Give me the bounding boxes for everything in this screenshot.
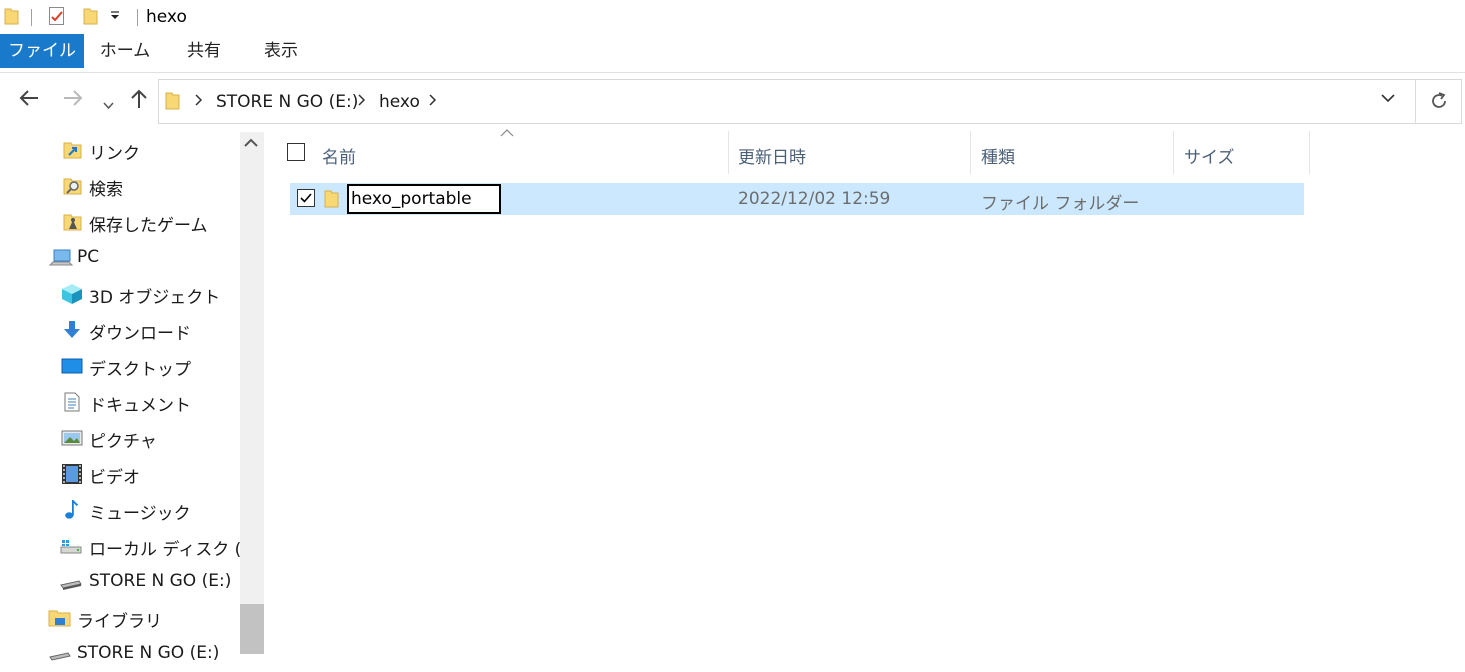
column-header-name[interactable]: 名前 bbox=[312, 131, 728, 174]
navigation-pane: リンク 検索 保存したゲーム PC 3D オブジェクト ダウンロード デスクトッ… bbox=[0, 132, 265, 663]
search-folder-icon bbox=[63, 178, 82, 195]
nav-item-label: 3D オブジェクト bbox=[89, 288, 221, 308]
music-icon bbox=[65, 500, 79, 519]
up-button[interactable] bbox=[129, 88, 149, 116]
nav-item-label: ミュージック bbox=[89, 504, 191, 524]
nav-item-label: STORE N GO (E:) bbox=[89, 571, 232, 591]
tab-file[interactable]: ファイル bbox=[0, 34, 84, 68]
nav-item-links[interactable]: リンク bbox=[0, 132, 240, 168]
back-button[interactable] bbox=[18, 88, 40, 114]
folder-icon bbox=[165, 92, 180, 110]
folder-icon bbox=[4, 8, 19, 25]
quick-access-separator bbox=[31, 9, 32, 26]
nav-pane-scroll-thumb[interactable] bbox=[240, 604, 264, 654]
nav-pane-scrollbar[interactable] bbox=[240, 132, 264, 654]
nav-item-label: ダウンロード bbox=[89, 324, 191, 344]
tab-home[interactable]: ホーム bbox=[90, 34, 160, 68]
nav-item-label: ビデオ bbox=[89, 468, 140, 488]
recent-locations-chevron-down-icon[interactable] bbox=[103, 95, 114, 114]
local-disk-icon bbox=[60, 540, 82, 554]
customize-quick-access-dropdown-icon[interactable] bbox=[110, 10, 120, 23]
nav-item-downloads[interactable]: ダウンロード bbox=[0, 312, 240, 348]
column-header-modified[interactable]: 更新日時 bbox=[729, 131, 970, 174]
pictures-icon bbox=[61, 430, 83, 446]
column-header-type-label: 種類 bbox=[981, 148, 1015, 168]
column-divider[interactable] bbox=[1309, 131, 1310, 174]
nav-item-pictures[interactable]: ピクチャ bbox=[0, 420, 240, 456]
nav-item-3d-objects[interactable]: 3D オブジェクト bbox=[0, 276, 240, 312]
nav-item-saved-games[interactable]: 保存したゲーム bbox=[0, 204, 240, 240]
properties-icon[interactable] bbox=[49, 7, 64, 25]
nav-item-label: リンク bbox=[89, 144, 140, 164]
libraries-icon bbox=[48, 610, 71, 627]
nav-item-local-disk[interactable]: ローカル ディスク (C:) bbox=[0, 528, 265, 564]
nav-item-label: ローカル ディスク (C:) bbox=[89, 540, 266, 560]
download-icon bbox=[64, 321, 80, 338]
links-folder-icon bbox=[63, 142, 82, 159]
title-separator bbox=[137, 9, 138, 26]
breadcrumb-chevron-right-icon[interactable] bbox=[358, 94, 366, 109]
address-history-chevron-down-icon[interactable] bbox=[1381, 91, 1395, 107]
nav-item-label: STORE N GO (E:) bbox=[77, 643, 220, 663]
breadcrumb-chevron-right-icon[interactable] bbox=[195, 94, 203, 109]
scroll-up-chevron-icon[interactable] bbox=[244, 136, 258, 152]
3d-objects-icon bbox=[62, 284, 82, 304]
nav-item-label: デスクトップ bbox=[89, 360, 191, 380]
row-checkbox[interactable] bbox=[297, 189, 315, 207]
select-all-checkbox[interactable] bbox=[287, 143, 305, 161]
nav-item-usb-drive-library[interactable]: STORE N GO (E:) bbox=[0, 636, 240, 672]
nav-item-search[interactable]: 検索 bbox=[0, 168, 240, 204]
nav-item-label: 検索 bbox=[89, 180, 123, 200]
nav-item-libraries[interactable]: ライブラリ bbox=[0, 600, 240, 636]
column-header-modified-label: 更新日時 bbox=[738, 148, 806, 168]
column-header-size[interactable]: サイズ bbox=[1174, 131, 1309, 174]
nav-item-label: ドキュメント bbox=[89, 396, 191, 416]
address-bar[interactable]: STORE N GO (E:) hexo bbox=[158, 79, 1416, 124]
title-bar: hexo bbox=[0, 0, 1465, 34]
breadcrumb-chevron-right-icon[interactable] bbox=[429, 94, 437, 109]
tab-view[interactable]: 表示 bbox=[248, 34, 314, 68]
ribbon-tabs: ファイル ホーム 共有 表示 bbox=[0, 34, 1465, 73]
nav-item-label: ライブラリ bbox=[77, 612, 162, 632]
desktop-icon bbox=[61, 358, 83, 374]
file-modified: 2022/12/02 12:59 bbox=[738, 189, 891, 209]
column-header-name-label: 名前 bbox=[322, 148, 356, 168]
usb-drive-icon bbox=[60, 580, 82, 590]
breadcrumb-drive[interactable]: STORE N GO (E:) bbox=[216, 92, 358, 112]
new-folder-icon[interactable] bbox=[83, 8, 98, 25]
column-header-type[interactable]: 種類 bbox=[971, 131, 1173, 174]
nav-item-label: ピクチャ bbox=[89, 432, 157, 452]
nav-item-label: PC bbox=[77, 247, 100, 267]
rename-input[interactable] bbox=[347, 184, 501, 214]
window-title: hexo bbox=[146, 7, 187, 27]
saved-games-folder-icon bbox=[63, 214, 82, 231]
nav-item-label: 保存したゲーム bbox=[89, 216, 208, 236]
nav-item-usb-drive[interactable]: STORE N GO (E:) bbox=[0, 564, 240, 600]
column-header-size-label: サイズ bbox=[1184, 148, 1235, 168]
forward-button[interactable] bbox=[62, 88, 84, 114]
folder-icon bbox=[324, 190, 339, 208]
tab-share[interactable]: 共有 bbox=[172, 34, 236, 68]
nav-item-pc[interactable]: PC bbox=[0, 240, 240, 276]
usb-drive-icon bbox=[49, 652, 71, 661]
nav-item-desktop[interactable]: デスクトップ bbox=[0, 348, 240, 384]
refresh-icon bbox=[1431, 92, 1446, 108]
nav-item-music[interactable]: ミュージック bbox=[0, 492, 240, 528]
pc-icon bbox=[49, 249, 73, 266]
nav-item-documents[interactable]: ドキュメント bbox=[0, 384, 240, 420]
nav-item-videos[interactable]: ビデオ bbox=[0, 456, 240, 492]
refresh-button[interactable] bbox=[1416, 79, 1462, 124]
file-type: ファイル フォルダー bbox=[981, 194, 1140, 214]
breadcrumb-folder[interactable]: hexo bbox=[379, 92, 420, 112]
videos-icon bbox=[62, 464, 82, 484]
documents-icon bbox=[64, 392, 80, 412]
